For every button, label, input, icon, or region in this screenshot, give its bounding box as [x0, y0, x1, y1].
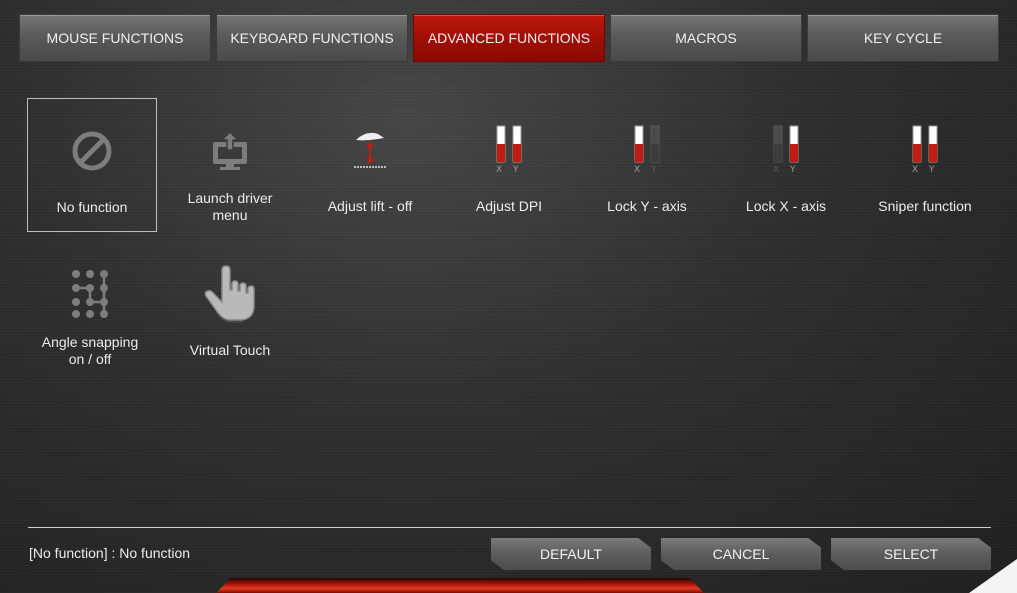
- function-label: No function: [56, 199, 128, 215]
- function-label: Adjust lift - off: [327, 198, 413, 214]
- axis-y-label: Y: [513, 165, 519, 175]
- sniper-bars-icon: X Y: [860, 118, 990, 182]
- axis-x-label: X: [773, 165, 780, 175]
- function-adjust-dpi[interactable]: X Y Adjust DPI: [444, 98, 574, 232]
- function-label: Lock Y - axis: [607, 198, 687, 214]
- function-angle-snapping[interactable]: Angle snapping on / off: [25, 242, 155, 376]
- axis-y-label: Y: [790, 165, 796, 175]
- function-label: Virtual Touch: [189, 342, 271, 358]
- function-lock-x-axis[interactable]: X Y Lock X - axis: [721, 98, 851, 232]
- axis-x-label: X: [912, 165, 919, 175]
- cancel-button[interactable]: CANCEL: [661, 538, 821, 570]
- function-label: Lock X - axis: [745, 198, 827, 214]
- default-button[interactable]: DEFAULT: [491, 538, 651, 570]
- tab-key-cycle[interactable]: KEY CYCLE: [807, 14, 999, 62]
- red-accent-bar: [216, 578, 704, 593]
- footer-divider: [28, 527, 991, 528]
- tab-bar: MOUSE FUNCTIONS KEYBOARD FUNCTIONS ADVAN…: [19, 14, 999, 62]
- axis-y-label: Y: [929, 165, 935, 175]
- lock-x-axis-icon: X Y: [721, 118, 851, 182]
- function-no-function[interactable]: No function: [27, 98, 157, 232]
- pointing-hand-icon: [165, 262, 295, 326]
- function-launch-driver-menu[interactable]: Launch driver menu: [165, 98, 295, 232]
- function-label: Launch driver menu: [187, 190, 273, 223]
- tab-advanced-functions[interactable]: ADVANCED FUNCTIONS: [413, 14, 605, 62]
- lock-y-axis-icon: X Y: [582, 118, 712, 182]
- status-text: [No function] : No function: [29, 545, 191, 561]
- function-lock-y-axis[interactable]: X Y Lock Y - axis: [582, 98, 712, 232]
- axis-y-label: Y: [651, 165, 657, 175]
- dpi-bars-icon: X Y: [444, 118, 574, 182]
- launch-driver-icon: [165, 118, 295, 182]
- select-button[interactable]: SELECT: [831, 538, 991, 570]
- function-label: Adjust DPI: [475, 198, 543, 214]
- function-virtual-touch[interactable]: Virtual Touch: [165, 242, 295, 376]
- tab-keyboard-functions[interactable]: KEYBOARD FUNCTIONS: [216, 14, 408, 62]
- tab-mouse-functions[interactable]: MOUSE FUNCTIONS: [19, 14, 211, 62]
- function-adjust-lift[interactable]: Adjust lift - off: [305, 98, 435, 232]
- axis-x-label: X: [496, 165, 503, 175]
- no-entry-icon: [28, 119, 156, 183]
- tab-macros[interactable]: MACROS: [610, 14, 802, 62]
- function-sniper[interactable]: X Y Sniper function: [860, 98, 990, 232]
- lift-adjust-icon: [305, 118, 435, 182]
- function-label: Sniper function: [878, 198, 972, 214]
- function-label: Angle snapping on / off: [41, 334, 139, 367]
- axis-x-label: X: [634, 165, 641, 175]
- angle-snapping-icon: [25, 262, 155, 326]
